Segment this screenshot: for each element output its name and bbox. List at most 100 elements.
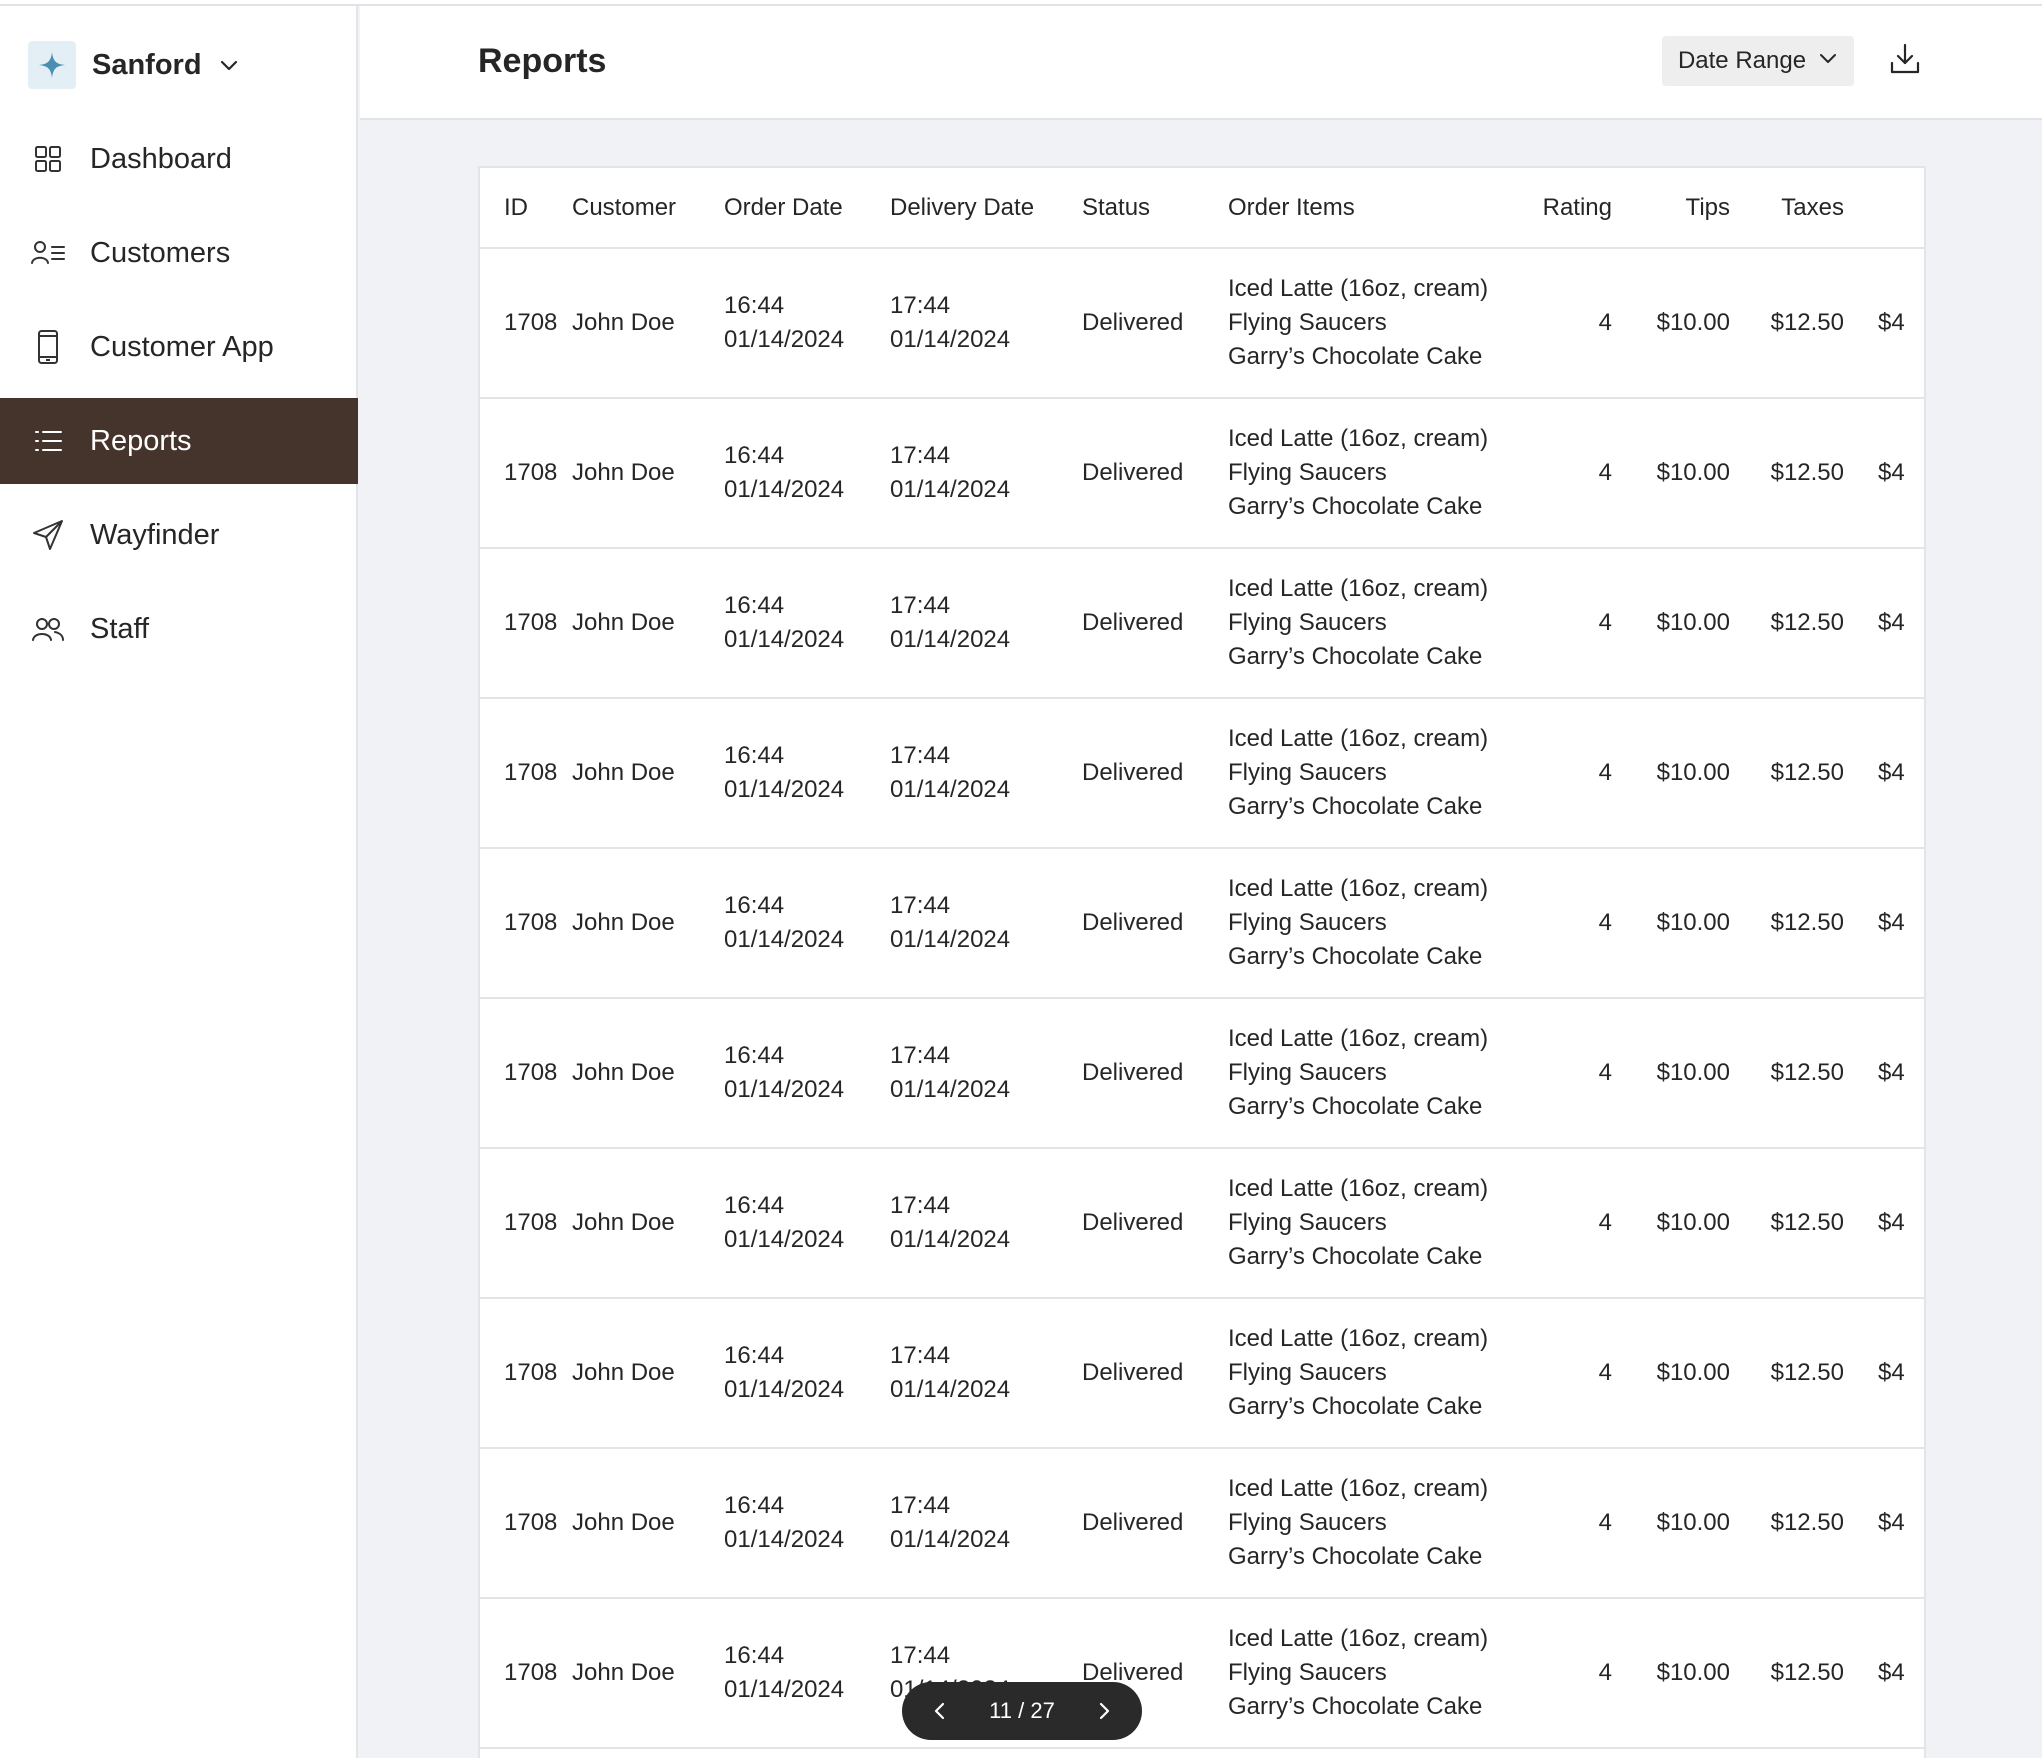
- cell-id-text: 1708: [504, 609, 558, 636]
- cell-order-items-text: Flying Saucers: [1228, 909, 1387, 936]
- cell-tips: $10.00: [1612, 1148, 1730, 1299]
- cell-order-items-text: Garry’s Chocolate Cake: [1228, 1393, 1483, 1420]
- sidebar-item-staff[interactable]: Staff: [0, 586, 358, 672]
- cell-delivery-date: 17:44 01/14/2024: [890, 398, 1082, 549]
- cell-taxes-text: $12.50: [1770, 609, 1844, 636]
- cell-delivery-date: 17:44 01/14/2024: [890, 998, 1082, 1149]
- download-button[interactable]: [1880, 36, 1930, 86]
- cell-order-items-text: Garry’s Chocolate Cake: [1228, 1543, 1483, 1570]
- column-header-status[interactable]: Status: [1082, 168, 1228, 249]
- cell-status-text: Delivered: [1082, 459, 1184, 486]
- cell-order-items: Iced Latte (16oz, cream) Flying Saucers Ga…: [1228, 398, 1506, 549]
- cell-delivery-date-text: 17:44: [890, 892, 951, 919]
- cell-overflow: $4: [1844, 248, 1924, 399]
- column-header-id[interactable]: ID: [480, 168, 572, 249]
- sidebar-item-reports[interactable]: Reports: [0, 398, 358, 484]
- table-row[interactable]: 1708John Doe16:4401/14/202417:4401/14/20…: [480, 698, 1924, 849]
- cell-status-text: Delivered: [1082, 1509, 1184, 1536]
- sidebar-item-label: Dashboard: [90, 142, 232, 175]
- table-row[interactable]: 1708John Doe16:4401/14/202417:4401/14/20…: [480, 1448, 1924, 1599]
- cell-order-date-text: 01/14/2024: [724, 476, 845, 503]
- table-row[interactable]: 1708John Doe16:4401/14/202417:4401/14/20…: [480, 1298, 1924, 1449]
- cell-order-date-text: 01/14/2024: [724, 1376, 845, 1403]
- table-row[interactable]: 1708John Doe16:4401/14/202417:4401/14/20…: [480, 1148, 1924, 1299]
- column-header-taxes[interactable]: Taxes: [1730, 168, 1844, 249]
- cell-order-date-text: 16:44: [724, 592, 785, 619]
- table-row[interactable]: 1708John Doe16:4401/14/202417:4401/14/20…: [480, 548, 1924, 699]
- cell-id: 1708: [480, 848, 572, 999]
- cell-customer: John Doe: [572, 1298, 724, 1449]
- sidebar-item-customer-app[interactable]: Customer App: [0, 304, 358, 390]
- table-row[interactable]: 1708John Doe16:4401/14/202417:4401/14/20…: [480, 848, 1924, 999]
- workspace-switcher[interactable]: Sanford: [28, 40, 240, 90]
- cell-status: Delivered: [1082, 548, 1228, 699]
- date-range-dropdown[interactable]: Date Range: [1662, 36, 1854, 86]
- cell-tips-text: $10.00: [1656, 1509, 1730, 1536]
- cell-status: Delivered: [1082, 848, 1228, 999]
- cell-order-date-text: 01/14/2024: [724, 1226, 845, 1253]
- cell-order-items: Iced Latte (16oz, cream) Flying Saucers Ga…: [1228, 548, 1506, 699]
- column-header-order-date[interactable]: Order Date: [724, 168, 890, 249]
- cell-delivery-date-text: 17:44: [890, 742, 951, 769]
- cell-id-text: 1708: [504, 1059, 558, 1086]
- cell-delivery-date-text: 17:44: [890, 442, 951, 469]
- cell-id: 1708: [480, 548, 572, 699]
- cell-taxes-text: $12.50: [1770, 1059, 1844, 1086]
- cell-customer-text: John Doe: [572, 1509, 675, 1536]
- table-row[interactable]: 1708John Doe16:4401/14/202417:4401/14/20…: [480, 398, 1924, 549]
- cell-customer-text: John Doe: [572, 459, 675, 486]
- sidebar-item-dashboard[interactable]: Dashboard: [0, 116, 358, 202]
- cell-order-date-text: 16:44: [724, 1492, 785, 1519]
- reports-table-card: ID Customer Order Date Delivery Date Sta…: [478, 166, 1926, 1758]
- cell-taxes: $12.50: [1730, 1148, 1844, 1299]
- cell-rating: 4: [1506, 1298, 1612, 1449]
- reports-table: ID Customer Order Date Delivery Date Sta…: [480, 168, 1924, 1749]
- cell-order-date: 16:44 01/14/2024: [724, 848, 890, 999]
- table-row[interactable]: 1708John Doe16:4401/14/202417:4401/14/20…: [480, 248, 1924, 399]
- column-header-customer[interactable]: Customer: [572, 168, 724, 249]
- chevron-down-icon: [1818, 47, 1838, 75]
- cell-rating-text: 4: [1598, 309, 1612, 336]
- cell-id: 1708: [480, 1298, 572, 1449]
- cell-tips-text: $10.00: [1656, 459, 1730, 486]
- cell-order-date-text: 16:44: [724, 1342, 785, 1369]
- next-page-button[interactable]: [1086, 1693, 1122, 1729]
- page-header: Reports Date Range: [360, 6, 2042, 120]
- cell-rating: 4: [1506, 848, 1612, 999]
- cell-order-items: Iced Latte (16oz, cream) Flying Saucers Ga…: [1228, 848, 1506, 999]
- cell-delivery-date-text: 17:44: [890, 1192, 951, 1219]
- column-header-delivery-date[interactable]: Delivery Date: [890, 168, 1082, 249]
- cell-id-text: 1708: [504, 309, 558, 336]
- cell-order-date: 16:44 01/14/2024: [724, 548, 890, 699]
- cell-delivery-date: 17:44 01/14/2024: [890, 1448, 1082, 1599]
- navigation-icon: [30, 517, 66, 553]
- cell-overflow-text: $4: [1878, 1359, 1905, 1386]
- table-row[interactable]: 1708John Doe16:4401/14/202417:4401/14/20…: [480, 998, 1924, 1149]
- cell-customer-text: John Doe: [572, 1659, 675, 1686]
- cell-order-items-text: Garry’s Chocolate Cake: [1228, 343, 1483, 370]
- cell-rating-text: 4: [1598, 759, 1612, 786]
- cell-rating: 4: [1506, 1598, 1612, 1749]
- previous-page-button[interactable]: [922, 1693, 958, 1729]
- sidebar-item-wayfinder[interactable]: Wayfinder: [0, 492, 358, 578]
- cell-order-date-text: 16:44: [724, 1042, 785, 1069]
- cell-order-items-text: Flying Saucers: [1228, 1059, 1387, 1086]
- cell-order-items-text: Iced Latte (16oz, cream): [1228, 275, 1489, 302]
- cell-status: Delivered: [1082, 698, 1228, 849]
- cell-id: 1708: [480, 698, 572, 849]
- cell-delivery-date-text: 17:44: [890, 1642, 951, 1669]
- sidebar-item-customers[interactable]: Customers: [0, 210, 358, 296]
- cell-rating-text: 4: [1598, 1359, 1612, 1386]
- chevron-right-icon: [1099, 1702, 1110, 1720]
- table-row[interactable]: 1708John Doe16:4401/14/202417:4401/14/20…: [480, 1598, 1924, 1749]
- cell-rating-text: 4: [1598, 1209, 1612, 1236]
- cell-id-text: 1708: [504, 1659, 558, 1686]
- cell-order-date-text: 01/14/2024: [724, 626, 845, 653]
- cell-tips-text: $10.00: [1656, 759, 1730, 786]
- column-header-order-items[interactable]: Order Items: [1228, 168, 1506, 249]
- column-header-rating[interactable]: Rating: [1506, 168, 1612, 249]
- cell-order-date: 16:44 01/14/2024: [724, 398, 890, 549]
- cell-order-date-text: 01/14/2024: [724, 1526, 845, 1553]
- column-header-tips[interactable]: Tips: [1612, 168, 1730, 249]
- cell-order-items-text: Flying Saucers: [1228, 1509, 1387, 1536]
